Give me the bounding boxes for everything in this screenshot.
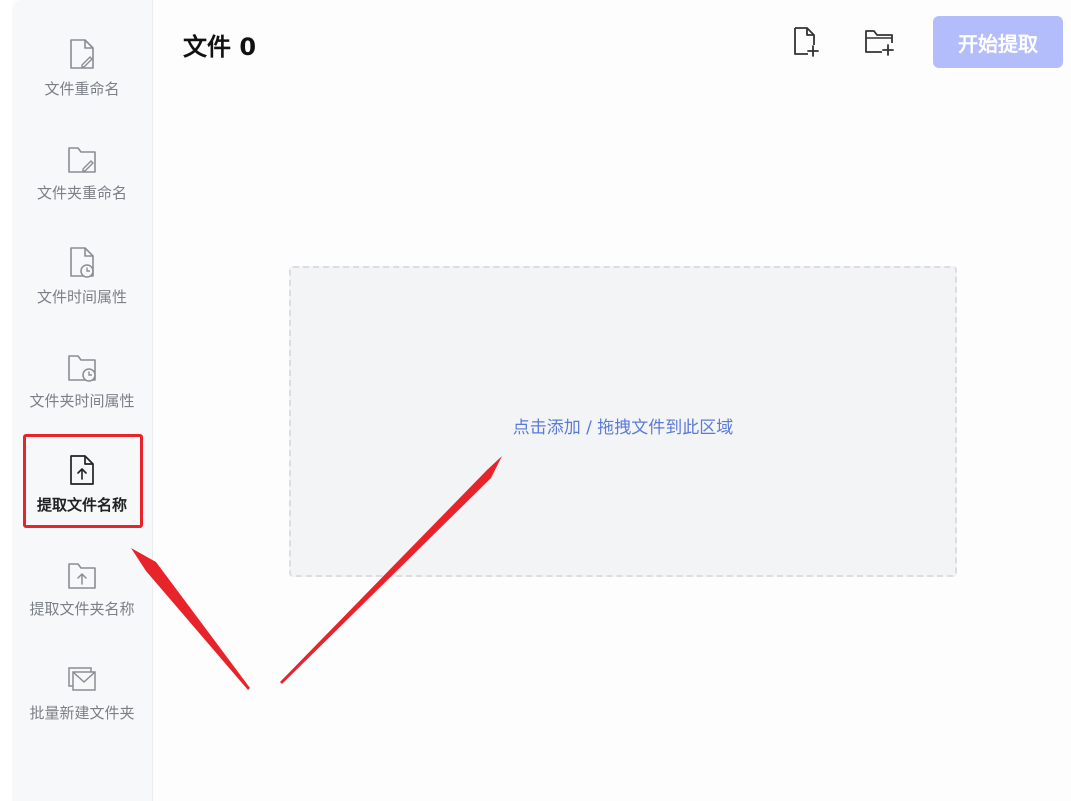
sidebar-item-label: 提取文件夹名称 <box>29 600 135 618</box>
sidebar: 文件重命名 文件夹重命名 文件时间属性 文件夹时间属性 提取文件名称 提取文件夹… <box>12 0 153 801</box>
annotation-highlight-box <box>23 434 143 528</box>
file-edit-icon <box>70 39 94 69</box>
sidebar-item-label: 文件夹时间属性 <box>29 392 135 410</box>
sidebar-item-folder-rename[interactable]: 文件夹重命名 <box>12 142 152 238</box>
folder-edit-icon <box>68 147 96 173</box>
sidebar-item-label: 文件重命名 <box>44 80 120 98</box>
sidebar-item-batch-new-folder[interactable]: 批量新建文件夹 <box>12 662 152 758</box>
add-folder-icon <box>865 30 894 56</box>
file-dropzone[interactable]: 点击添加 / 拖拽文件到此区域 <box>289 266 957 577</box>
folder-upload-icon <box>68 563 96 589</box>
sidebar-item-file-time[interactable]: 文件时间属性 <box>12 246 152 342</box>
add-folder-button[interactable] <box>862 24 896 58</box>
file-clock-icon <box>70 247 94 278</box>
app-window: 文件重命名 文件夹重命名 文件时间属性 文件夹时间属性 提取文件名称 提取文件夹… <box>0 0 1071 801</box>
page-title: 文件 0 <box>183 33 257 61</box>
sidebar-item-label: 文件夹重命名 <box>36 184 127 202</box>
sidebar-item-file-rename[interactable]: 文件重命名 <box>12 38 152 134</box>
sidebar-item-label: 批量新建文件夹 <box>29 704 135 722</box>
dropzone-hint: 点击添加 / 拖拽文件到此区域 <box>512 418 734 438</box>
sidebar-item-folder-time[interactable]: 文件夹时间属性 <box>12 350 152 446</box>
batch-folder-icon <box>68 667 96 691</box>
add-file-icon <box>794 27 819 57</box>
sidebar-item-extract-folder-names[interactable]: 提取文件夹名称 <box>12 558 152 654</box>
window-edge <box>0 0 12 801</box>
folder-clock-icon <box>68 355 96 382</box>
start-extract-button[interactable]: 开始提取 <box>933 16 1063 68</box>
add-file-button[interactable] <box>788 24 822 58</box>
sidebar-item-label: 文件时间属性 <box>36 288 127 306</box>
